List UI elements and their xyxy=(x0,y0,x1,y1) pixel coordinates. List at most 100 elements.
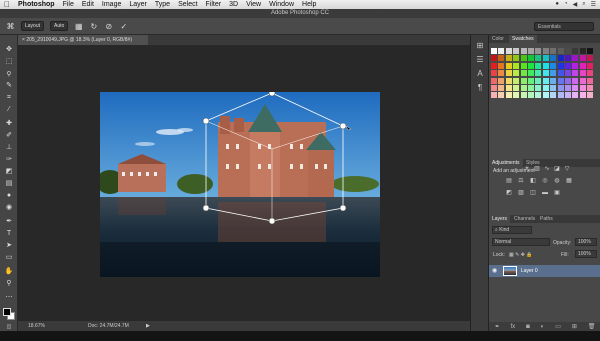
swatch[interactable] xyxy=(542,62,549,69)
swatch[interactable] xyxy=(557,92,564,99)
pen-icon[interactable]: ✒ xyxy=(4,217,14,226)
swatch[interactable] xyxy=(572,92,579,99)
paragraph-panel-icon[interactable]: ¶ xyxy=(475,83,485,93)
menu-window[interactable]: Window xyxy=(269,0,294,9)
swatch[interactable] xyxy=(491,62,497,69)
swatch[interactable] xyxy=(579,62,586,69)
swatch[interactable] xyxy=(498,55,505,62)
tab-color[interactable]: Color xyxy=(489,35,507,43)
dodge-icon[interactable]: ◉ xyxy=(4,203,14,212)
swatch[interactable] xyxy=(542,48,549,54)
swatch[interactable] xyxy=(513,62,520,69)
new-layer-icon[interactable]: ⊞ xyxy=(572,323,577,330)
swatch[interactable] xyxy=(528,70,534,77)
document-image[interactable] xyxy=(100,92,380,277)
swatch[interactable] xyxy=(587,62,594,69)
posterize-icon[interactable]: ▨ xyxy=(517,190,525,197)
swatch[interactable] xyxy=(520,70,527,77)
swatch[interactable] xyxy=(565,92,571,99)
threshold-icon[interactable]: ◫ xyxy=(529,190,537,197)
color-lookup-icon[interactable]: ▦ xyxy=(565,178,573,185)
layer-filter-kind[interactable]: ⌕ Kind xyxy=(492,226,532,234)
swatch[interactable] xyxy=(491,48,497,54)
hue-saturation-icon[interactable]: ▤ xyxy=(505,178,513,185)
document-tab[interactable]: × 205_2910049.JPG @ 18.3% (Layer 0, RGB/… xyxy=(18,35,148,45)
lock-icons[interactable]: ▦ ✎ ✥ 🔒 xyxy=(509,252,533,258)
swatch[interactable] xyxy=(491,77,497,84)
menu-layer[interactable]: Layer xyxy=(129,0,147,9)
commit-transform-icon[interactable]: ✓ xyxy=(119,22,128,31)
swatch[interactable] xyxy=(565,62,571,69)
swatch[interactable] xyxy=(491,70,497,77)
workspace-select[interactable]: Essentials xyxy=(534,21,594,31)
swatch[interactable] xyxy=(498,92,505,99)
history-brush-icon[interactable]: ✑ xyxy=(4,155,14,164)
move-icon[interactable]: ✥ xyxy=(4,45,14,54)
new-group-icon[interactable]: ▭ xyxy=(555,323,561,330)
swatch[interactable] xyxy=(498,70,505,77)
swatch[interactable] xyxy=(535,48,542,54)
lasso-icon[interactable]: ϙ xyxy=(4,69,14,78)
swatch[interactable] xyxy=(520,48,527,54)
swatch[interactable] xyxy=(535,62,542,69)
swatch[interactable] xyxy=(557,62,564,69)
swatch[interactable] xyxy=(505,48,512,54)
menu-3d[interactable]: 3D xyxy=(229,0,238,9)
swatch[interactable] xyxy=(572,62,579,69)
layer-mask-icon[interactable]: ◙ xyxy=(526,324,530,330)
swatch[interactable] xyxy=(587,55,594,62)
swatch[interactable] xyxy=(565,55,571,62)
menu-file[interactable]: File xyxy=(63,0,74,9)
swatch[interactable] xyxy=(542,55,549,62)
exposure-icon[interactable]: ◪ xyxy=(553,166,561,173)
swatch[interactable] xyxy=(550,62,557,69)
swatch[interactable] xyxy=(587,77,594,84)
swatch[interactable] xyxy=(565,70,571,77)
swatch[interactable] xyxy=(520,92,527,99)
swatch[interactable] xyxy=(579,85,586,91)
swatch[interactable] xyxy=(520,85,527,91)
blur-icon[interactable]: ● xyxy=(4,191,14,200)
swatch[interactable] xyxy=(528,77,534,84)
swatch[interactable] xyxy=(572,85,579,91)
tab-channels[interactable]: Channels xyxy=(511,215,538,223)
swatch[interactable] xyxy=(550,70,557,77)
swatch[interactable] xyxy=(498,85,505,91)
swatch[interactable] xyxy=(557,55,564,62)
shape-icon[interactable]: ▭ xyxy=(4,253,14,262)
option-auto[interactable]: Auto xyxy=(50,21,69,31)
rotate-icon[interactable]: ↻ xyxy=(89,22,98,31)
curves-icon[interactable]: ∿ xyxy=(543,166,551,173)
healing-icon[interactable]: ✚ xyxy=(4,119,14,128)
menu-app-name[interactable]: Photoshop xyxy=(18,0,55,9)
swatch[interactable] xyxy=(550,85,557,91)
brightness-icon[interactable]: ☀ xyxy=(523,166,531,173)
menu-help[interactable]: Help xyxy=(302,0,316,9)
swatch[interactable] xyxy=(579,70,586,77)
gradient-map-icon[interactable]: ▬ xyxy=(541,190,549,197)
swatch[interactable] xyxy=(550,77,557,84)
swatch[interactable] xyxy=(579,55,586,62)
layer-row[interactable]: ◉ Layer 0 xyxy=(489,265,600,277)
search-icon[interactable]: ⌕ xyxy=(582,1,585,8)
eyedropper-icon[interactable]: ⁄ xyxy=(4,105,14,114)
swatch[interactable] xyxy=(579,77,586,84)
channel-mixer-icon[interactable]: ◍ xyxy=(553,178,561,185)
swatch[interactable] xyxy=(491,85,497,91)
swatches-grid[interactable] xyxy=(489,44,600,132)
swatch[interactable] xyxy=(572,48,579,54)
tab-adjustments[interactable]: Adjustments xyxy=(489,159,523,167)
delete-layer-icon[interactable]: 🗑 xyxy=(588,323,596,330)
swatch[interactable] xyxy=(513,77,520,84)
visibility-eye-icon[interactable]: ◉ xyxy=(492,265,497,277)
list-icon[interactable]: ☰ xyxy=(591,1,596,8)
foreground-color-swatch[interactable] xyxy=(3,308,11,316)
swatch[interactable] xyxy=(542,92,549,99)
swatch[interactable] xyxy=(505,85,512,91)
cancel-transform-icon[interactable]: ⊘ xyxy=(104,22,113,31)
swatch[interactable] xyxy=(513,92,520,99)
swatch[interactable] xyxy=(528,62,534,69)
swatch[interactable] xyxy=(520,77,527,84)
swatch[interactable] xyxy=(557,70,564,77)
black-white-icon[interactable]: ◧ xyxy=(529,178,537,185)
